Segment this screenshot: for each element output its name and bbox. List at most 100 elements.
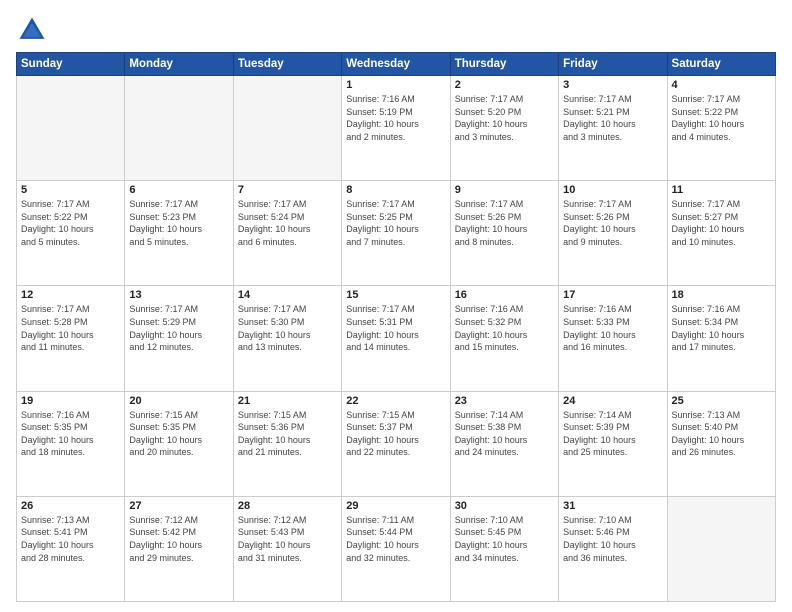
- day-info: Sunrise: 7:16 AM Sunset: 5:34 PM Dayligh…: [672, 303, 771, 353]
- calendar-cell: 20Sunrise: 7:15 AM Sunset: 5:35 PM Dayli…: [125, 391, 233, 496]
- calendar-cell: 6 Sunrise: 7:17 AM Sunset: 5:23 PM Daylig…: [125, 181, 233, 286]
- day-info: Sunrise: 7:11 AM Sunset: 5:44 PM Dayligh…: [346, 514, 445, 564]
- weekday-header-sunday: Sunday: [17, 53, 125, 76]
- calendar-cell: 26 Sunrise: 7:13 AM Sunset: 5:41 PM Dayli…: [17, 496, 125, 601]
- day-info: Sunrise: 7:16 AM Sunset: 5:32 PM Dayligh…: [455, 303, 554, 353]
- day-number: 8: [346, 184, 445, 196]
- weekday-header-friday: Friday: [559, 53, 667, 76]
- calendar-cell: 21 Sunrise: 7:15 AM Sunset: 5:36 PM Dayli…: [233, 391, 341, 496]
- day-info: Sunrise: 7:17 AM Sunset: 5:28 PM Dayligh…: [21, 303, 120, 353]
- day-number: 23: [455, 395, 554, 407]
- weekday-header-monday: Monday: [125, 53, 233, 76]
- calendar-week-row: 1 Sunrise: 7:16 AM Sunset: 5:19 PM Daylig…: [17, 76, 776, 181]
- calendar-cell: 28Sunrise: 7:12 AM Sunset: 5:43 PM Dayli…: [233, 496, 341, 601]
- logo: [16, 14, 52, 46]
- calendar-cell: 11 Sunrise: 7:17 AM Sunset: 5:27 PM Dayli…: [667, 181, 775, 286]
- calendar-cell: 14Sunrise: 7:17 AM Sunset: 5:30 PM Dayli…: [233, 286, 341, 391]
- day-number: 28: [238, 500, 337, 512]
- day-info: Sunrise: 7:17 AM Sunset: 5:31 PM Dayligh…: [346, 303, 445, 353]
- calendar-cell: 16 Sunrise: 7:16 AM Sunset: 5:32 PM Dayli…: [450, 286, 558, 391]
- day-number: 14: [238, 289, 337, 301]
- day-info: Sunrise: 7:13 AM Sunset: 5:40 PM Dayligh…: [672, 409, 771, 459]
- calendar-cell: [17, 76, 125, 181]
- calendar-table: SundayMondayTuesdayWednesdayThursdayFrid…: [16, 52, 776, 602]
- day-info: Sunrise: 7:15 AM Sunset: 5:36 PM Dayligh…: [238, 409, 337, 459]
- day-number: 25: [672, 395, 771, 407]
- calendar-cell: 31 Sunrise: 7:10 AM Sunset: 5:46 PM Dayli…: [559, 496, 667, 601]
- calendar-week-row: 19 Sunrise: 7:16 AM Sunset: 5:35 PM Dayli…: [17, 391, 776, 496]
- calendar-cell: 10Sunrise: 7:17 AM Sunset: 5:26 PM Dayli…: [559, 181, 667, 286]
- calendar-cell: [667, 496, 775, 601]
- day-info: Sunrise: 7:14 AM Sunset: 5:38 PM Dayligh…: [455, 409, 554, 459]
- day-number: 20: [129, 395, 228, 407]
- day-number: 24: [563, 395, 662, 407]
- calendar-cell: 24 Sunrise: 7:14 AM Sunset: 5:39 PM Dayli…: [559, 391, 667, 496]
- day-number: 11: [672, 184, 771, 196]
- day-info: Sunrise: 7:17 AM Sunset: 5:23 PM Dayligh…: [129, 198, 228, 248]
- day-number: 5: [21, 184, 120, 196]
- calendar-week-row: 26 Sunrise: 7:13 AM Sunset: 5:41 PM Dayli…: [17, 496, 776, 601]
- day-info: Sunrise: 7:17 AM Sunset: 5:25 PM Dayligh…: [346, 198, 445, 248]
- day-info: Sunrise: 7:14 AM Sunset: 5:39 PM Dayligh…: [563, 409, 662, 459]
- day-info: Sunrise: 7:16 AM Sunset: 5:35 PM Dayligh…: [21, 409, 120, 459]
- calendar-cell: 3Sunrise: 7:17 AM Sunset: 5:21 PM Daylig…: [559, 76, 667, 181]
- weekday-header-row: SundayMondayTuesdayWednesdayThursdayFrid…: [17, 53, 776, 76]
- day-info: Sunrise: 7:17 AM Sunset: 5:26 PM Dayligh…: [455, 198, 554, 248]
- weekday-header-thursday: Thursday: [450, 53, 558, 76]
- calendar-week-row: 5 Sunrise: 7:17 AM Sunset: 5:22 PM Daylig…: [17, 181, 776, 286]
- day-number: 7: [238, 184, 337, 196]
- day-number: 12: [21, 289, 120, 301]
- day-info: Sunrise: 7:13 AM Sunset: 5:41 PM Dayligh…: [21, 514, 120, 564]
- calendar-cell: 22 Sunrise: 7:15 AM Sunset: 5:37 PM Dayli…: [342, 391, 450, 496]
- day-number: 19: [21, 395, 120, 407]
- day-info: Sunrise: 7:17 AM Sunset: 5:26 PM Dayligh…: [563, 198, 662, 248]
- day-info: Sunrise: 7:17 AM Sunset: 5:22 PM Dayligh…: [21, 198, 120, 248]
- calendar-cell: 1 Sunrise: 7:16 AM Sunset: 5:19 PM Daylig…: [342, 76, 450, 181]
- day-info: Sunrise: 7:16 AM Sunset: 5:19 PM Dayligh…: [346, 93, 445, 143]
- calendar-cell: 4 Sunrise: 7:17 AM Sunset: 5:22 PM Daylig…: [667, 76, 775, 181]
- day-info: Sunrise: 7:12 AM Sunset: 5:42 PM Dayligh…: [129, 514, 228, 564]
- day-info: Sunrise: 7:10 AM Sunset: 5:46 PM Dayligh…: [563, 514, 662, 564]
- day-number: 18: [672, 289, 771, 301]
- day-number: 22: [346, 395, 445, 407]
- day-number: 31: [563, 500, 662, 512]
- calendar-cell: 29Sunrise: 7:11 AM Sunset: 5:44 PM Dayli…: [342, 496, 450, 601]
- weekday-header-tuesday: Tuesday: [233, 53, 341, 76]
- calendar-cell: [233, 76, 341, 181]
- calendar-cell: 8 Sunrise: 7:17 AM Sunset: 5:25 PM Daylig…: [342, 181, 450, 286]
- day-number: 26: [21, 500, 120, 512]
- day-info: Sunrise: 7:16 AM Sunset: 5:33 PM Dayligh…: [563, 303, 662, 353]
- day-number: 17: [563, 289, 662, 301]
- day-info: Sunrise: 7:15 AM Sunset: 5:37 PM Dayligh…: [346, 409, 445, 459]
- calendar-cell: 17 Sunrise: 7:16 AM Sunset: 5:33 PM Dayli…: [559, 286, 667, 391]
- day-info: Sunrise: 7:17 AM Sunset: 5:22 PM Dayligh…: [672, 93, 771, 143]
- day-info: Sunrise: 7:17 AM Sunset: 5:27 PM Dayligh…: [672, 198, 771, 248]
- day-number: 2: [455, 79, 554, 91]
- day-number: 1: [346, 79, 445, 91]
- day-info: Sunrise: 7:17 AM Sunset: 5:20 PM Dayligh…: [455, 93, 554, 143]
- calendar-cell: 7Sunrise: 7:17 AM Sunset: 5:24 PM Daylig…: [233, 181, 341, 286]
- day-number: 21: [238, 395, 337, 407]
- day-info: Sunrise: 7:17 AM Sunset: 5:21 PM Dayligh…: [563, 93, 662, 143]
- day-number: 4: [672, 79, 771, 91]
- calendar-cell: 19 Sunrise: 7:16 AM Sunset: 5:35 PM Dayli…: [17, 391, 125, 496]
- calendar-cell: 2 Sunrise: 7:17 AM Sunset: 5:20 PM Daylig…: [450, 76, 558, 181]
- day-number: 15: [346, 289, 445, 301]
- page: SundayMondayTuesdayWednesdayThursdayFrid…: [0, 0, 792, 612]
- day-number: 27: [129, 500, 228, 512]
- day-number: 6: [129, 184, 228, 196]
- weekday-header-wednesday: Wednesday: [342, 53, 450, 76]
- day-number: 30: [455, 500, 554, 512]
- day-number: 13: [129, 289, 228, 301]
- calendar-cell: 30 Sunrise: 7:10 AM Sunset: 5:45 PM Dayli…: [450, 496, 558, 601]
- day-number: 16: [455, 289, 554, 301]
- header: [16, 14, 776, 46]
- day-number: 9: [455, 184, 554, 196]
- day-info: Sunrise: 7:10 AM Sunset: 5:45 PM Dayligh…: [455, 514, 554, 564]
- weekday-header-saturday: Saturday: [667, 53, 775, 76]
- calendar-cell: 13Sunrise: 7:17 AM Sunset: 5:29 PM Dayli…: [125, 286, 233, 391]
- calendar-cell: 18 Sunrise: 7:16 AM Sunset: 5:34 PM Dayli…: [667, 286, 775, 391]
- calendar-cell: 23 Sunrise: 7:14 AM Sunset: 5:38 PM Dayli…: [450, 391, 558, 496]
- logo-icon: [16, 14, 48, 46]
- calendar-cell: 9 Sunrise: 7:17 AM Sunset: 5:26 PM Daylig…: [450, 181, 558, 286]
